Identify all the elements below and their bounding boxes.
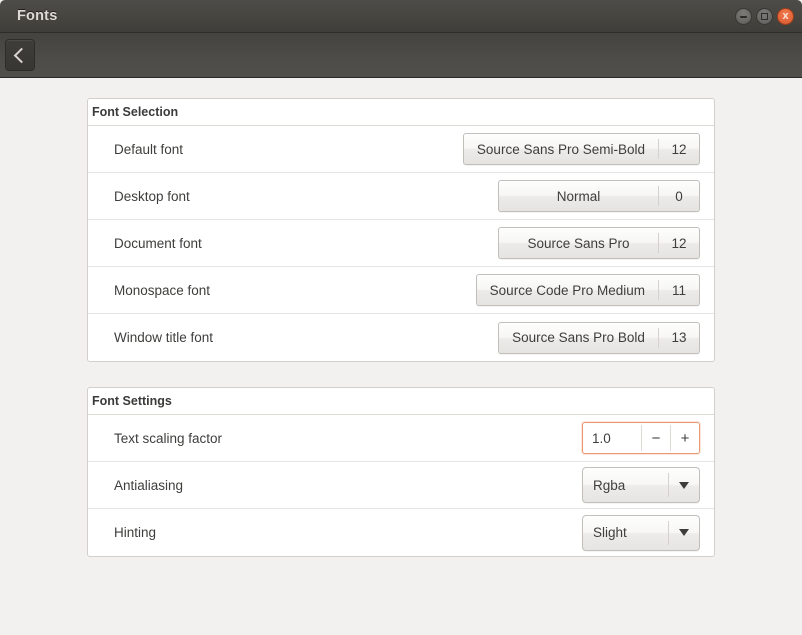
dropdown-antialiasing[interactable]: Rgba <box>582 467 700 503</box>
font-size: 0 <box>659 181 699 211</box>
font-button-default-font[interactable]: Source Sans Pro Semi-Bold 12 <box>463 133 700 165</box>
row-default-font: Default font Source Sans Pro Semi-Bold 1… <box>88 126 714 173</box>
font-name: Source Sans Pro <box>499 228 658 258</box>
font-name: Source Sans Pro Bold <box>499 323 658 353</box>
maximize-glyph <box>761 13 768 20</box>
maximize-icon[interactable] <box>756 8 773 25</box>
control-desktop-font: Normal 0 <box>498 180 700 212</box>
chevron-down-icon <box>669 468 699 502</box>
control-monospace-font: Source Code Pro Medium 11 <box>476 274 700 306</box>
label-antialiasing: Antialiasing <box>114 478 582 493</box>
control-document-font: Source Sans Pro 12 <box>498 227 700 259</box>
font-size: 13 <box>659 323 699 353</box>
font-size: 12 <box>659 228 699 258</box>
spinner-decrement-button[interactable]: − <box>642 423 670 453</box>
font-size: 11 <box>659 275 699 305</box>
label-window-title-font: Window title font <box>114 330 498 345</box>
font-button-monospace-font[interactable]: Source Code Pro Medium 11 <box>476 274 700 306</box>
chevron-left-icon <box>14 47 30 63</box>
row-antialiasing: Antialiasing Rgba <box>88 462 714 509</box>
window-title: Fonts <box>17 8 57 24</box>
panel-title: Font Selection <box>90 105 714 119</box>
label-document-font: Document font <box>114 236 498 251</box>
chevron-down-glyph <box>679 482 689 489</box>
row-document-font: Document font Source Sans Pro 12 <box>88 220 714 267</box>
close-icon[interactable]: x <box>777 8 794 25</box>
control-default-font: Source Sans Pro Semi-Bold 12 <box>463 133 700 165</box>
spinner-value[interactable]: 1.0 <box>583 423 641 453</box>
minimize-icon[interactable] <box>735 8 752 25</box>
dropdown-hinting[interactable]: Slight <box>582 515 700 551</box>
control-antialiasing: Rgba <box>582 467 700 503</box>
row-text-scaling-factor: Text scaling factor 1.0 − + <box>88 415 714 462</box>
toolbar <box>0 33 802 78</box>
title-bar: Fonts x <box>0 0 802 33</box>
panel-header-font-settings: Font Settings <box>88 388 714 415</box>
label-hinting: Hinting <box>114 525 582 540</box>
window-controls: x <box>735 0 794 33</box>
font-button-window-title-font[interactable]: Source Sans Pro Bold 13 <box>498 322 700 354</box>
dropdown-value: Slight <box>583 516 668 550</box>
row-hinting: Hinting Slight <box>88 509 714 556</box>
label-default-font: Default font <box>114 142 463 157</box>
label-text-scaling-factor: Text scaling factor <box>114 431 582 446</box>
fonts-settings-window: Fonts x Font Selection Default font <box>0 0 802 635</box>
font-name: Normal <box>499 181 658 211</box>
font-button-document-font[interactable]: Source Sans Pro 12 <box>498 227 700 259</box>
chevron-down-icon <box>669 516 699 550</box>
font-button-desktop-font[interactable]: Normal 0 <box>498 180 700 212</box>
panel-font-settings: Font Settings Text scaling factor 1.0 − … <box>87 387 715 557</box>
panel-header-font-selection: Font Selection <box>88 99 714 126</box>
font-size: 12 <box>659 134 699 164</box>
control-window-title-font: Source Sans Pro Bold 13 <box>498 322 700 354</box>
spinner-increment-button[interactable]: + <box>671 423 699 453</box>
row-monospace-font: Monospace font Source Code Pro Medium 11 <box>88 267 714 314</box>
dropdown-value: Rgba <box>583 468 668 502</box>
row-window-title-font: Window title font Source Sans Pro Bold 1… <box>88 314 714 361</box>
font-name: Source Sans Pro Semi-Bold <box>464 134 658 164</box>
back-button[interactable] <box>5 39 35 71</box>
row-desktop-font: Desktop font Normal 0 <box>88 173 714 220</box>
label-monospace-font: Monospace font <box>114 283 476 298</box>
minimize-glyph <box>740 16 747 18</box>
font-name: Source Code Pro Medium <box>477 275 658 305</box>
panel-font-selection: Font Selection Default font Source Sans … <box>87 98 715 362</box>
chevron-down-glyph <box>679 529 689 536</box>
spinner-text-scaling-factor[interactable]: 1.0 − + <box>582 422 700 454</box>
panel-title: Font Settings <box>90 394 714 408</box>
close-glyph: x <box>782 11 788 22</box>
content-area: Font Selection Default font Source Sans … <box>0 78 802 635</box>
control-hinting: Slight <box>582 515 700 551</box>
control-text-scaling-factor: 1.0 − + <box>582 422 700 454</box>
label-desktop-font: Desktop font <box>114 189 498 204</box>
